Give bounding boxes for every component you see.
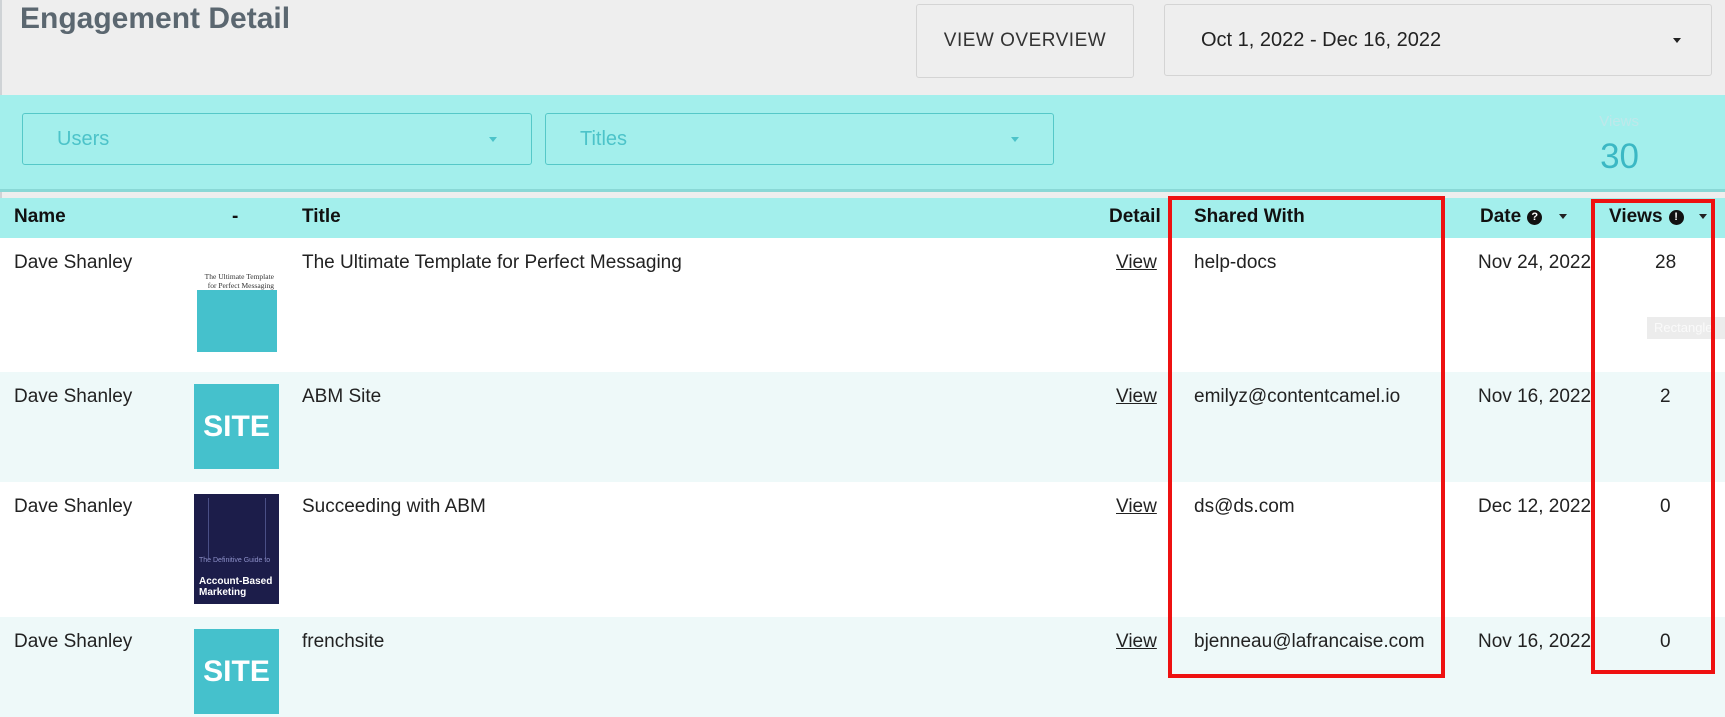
page-title: Engagement Detail [20, 2, 291, 35]
column-header-title[interactable]: Title [302, 206, 341, 228]
row-date: Nov 16, 2022 [1478, 386, 1592, 407]
row-name: Dave Shanley [14, 496, 133, 517]
users-filter-select[interactable]: Users [22, 113, 532, 165]
view-detail-link[interactable]: View [1116, 386, 1157, 408]
column-header-date[interactable]: Date? [1480, 206, 1568, 228]
thumbnail-subtitle: The Definitive Guide to [199, 557, 271, 564]
column-header-name[interactable]: Name [14, 206, 66, 228]
row-title: ABM Site [302, 386, 382, 407]
filter-bar: Users Titles Views 30 [0, 95, 1725, 192]
date-range-value: Oct 1, 2022 - Dec 16, 2022 [1201, 28, 1442, 51]
titles-filter-label: Titles [580, 127, 628, 150]
row-date: Dec 12, 2022 [1478, 496, 1592, 517]
row-title: Succeeding with ABM [302, 496, 486, 517]
row-date: Nov 16, 2022 [1478, 631, 1592, 652]
table-row[interactable]: Dave Shanley The Ultimate Template for P… [0, 238, 1725, 372]
site-thumbnail[interactable]: SITE [194, 629, 279, 714]
view-overview-button[interactable]: VIEW OVERVIEW [916, 4, 1134, 78]
view-detail-link[interactable]: View [1116, 252, 1157, 274]
chevron-down-icon [489, 137, 497, 142]
table-row[interactable]: Dave Shanley SITE frenchsite View bjenne… [0, 617, 1725, 717]
thumbnail-decoration [208, 498, 266, 558]
site-thumbnail[interactable]: SITE [194, 384, 279, 469]
help-icon[interactable]: ? [1527, 210, 1543, 225]
column-header-date-label: Date [1480, 206, 1522, 227]
chevron-down-icon [1673, 38, 1681, 43]
views-total-label: Views [1599, 113, 1639, 130]
titles-filter-select[interactable]: Titles [545, 113, 1054, 165]
sort-caret-icon[interactable] [1559, 214, 1568, 219]
table-row[interactable]: Dave Shanley The Definitive Guide to Acc… [0, 482, 1725, 617]
views-total-value: 30 [1600, 137, 1639, 176]
chevron-down-icon [1011, 137, 1019, 142]
shared-with-highlight-box [1168, 196, 1445, 678]
row-title: frenchsite [302, 631, 385, 652]
row-title: The Ultimate Template for Perfect Messag… [302, 252, 682, 273]
view-detail-link[interactable]: View [1116, 631, 1157, 653]
column-header-thumbnail: - [232, 206, 239, 227]
row-name: Dave Shanley [14, 386, 133, 407]
view-detail-link[interactable]: View [1116, 496, 1157, 518]
column-header-detail: Detail [1109, 206, 1161, 227]
table-row[interactable]: Dave Shanley SITE ABM Site View emilyz@c… [0, 372, 1725, 482]
row-name: Dave Shanley [14, 252, 133, 273]
row-date: Nov 24, 2022 [1478, 252, 1592, 273]
thumbnail-cover-block [197, 290, 277, 352]
table-header: Name - Title Detail Shared With Date? Vi… [0, 198, 1725, 238]
ebook-thumbnail[interactable]: The Definitive Guide to Account-Based Ma… [194, 494, 279, 604]
views-highlight-box [1591, 199, 1715, 674]
row-name: Dave Shanley [14, 631, 133, 652]
date-range-select[interactable]: Oct 1, 2022 - Dec 16, 2022 [1164, 4, 1712, 76]
document-thumbnail[interactable]: The Ultimate Template for Perfect Messag… [197, 260, 277, 352]
users-filter-label: Users [57, 127, 110, 150]
thumbnail-title: Account-Based Marketing [199, 576, 273, 598]
thumbnail-caption: The Ultimate Template for Perfect Messag… [204, 272, 274, 290]
